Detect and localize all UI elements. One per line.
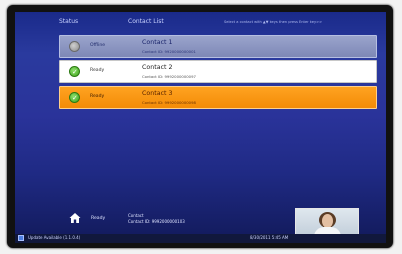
- ready-check-icon: ✓: [69, 92, 80, 103]
- offline-icon: [69, 41, 80, 52]
- contact-name: Contact 2: [142, 64, 173, 71]
- self-contact-id: Contact ID: 9992000000103: [128, 219, 185, 224]
- contact-status: Ready: [90, 68, 105, 73]
- contact-row-3-selected[interactable]: ✓ Ready Contact 3 Contact ID: 9992000000…: [59, 86, 377, 109]
- contact-status: Offline: [90, 43, 106, 48]
- self-contact: Contact Contact ID: 9992000000103: [128, 213, 185, 225]
- contact-row-2[interactable]: ✓ Ready Contact 2 Contact ID: 9992000000…: [59, 60, 377, 83]
- home-icon[interactable]: [69, 212, 81, 224]
- contact-status: Ready: [90, 94, 105, 99]
- update-available-text[interactable]: Update Available (1.1.0.4): [28, 235, 80, 240]
- status-column-header: Status: [59, 18, 79, 25]
- contact-name: Contact 1: [142, 39, 173, 46]
- update-icon[interactable]: [18, 235, 24, 241]
- contact-id: Contact ID: 9920000000001: [142, 49, 196, 54]
- ready-check-icon: ✓: [69, 66, 80, 77]
- date-time: 8/30/2011 5:45 AM: [250, 235, 289, 240]
- contact-list-header: Contact List: [128, 18, 164, 25]
- contact-id: Contact ID: 9992000000098: [142, 100, 196, 105]
- person-face: [322, 214, 333, 228]
- contact-list-screen: Status Contact List Select a contact wit…: [15, 12, 386, 243]
- navigation-hint: Select a contact with ▲▼ keys then press…: [224, 20, 323, 24]
- contact-id: Contact ID: 9992000000097: [142, 74, 196, 79]
- contact-row-1[interactable]: Offline Contact 1 Contact ID: 9920000000…: [59, 35, 377, 58]
- status-bar: Update Available (1.1.0.4) 8/30/2011 5:4…: [15, 234, 386, 243]
- contact-name: Contact 3: [142, 90, 173, 97]
- self-status: Ready: [91, 216, 106, 221]
